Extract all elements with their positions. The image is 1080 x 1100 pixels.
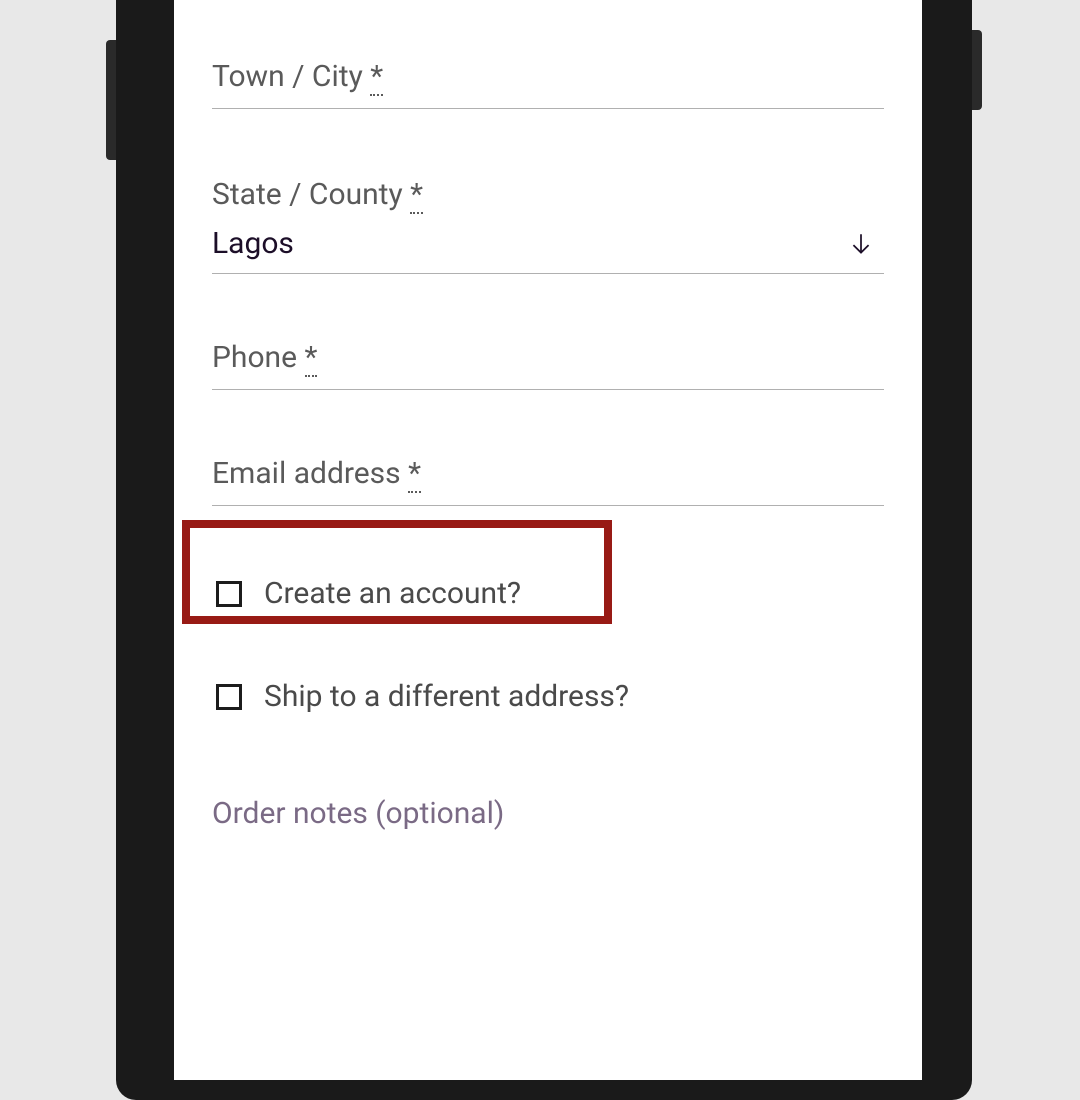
- divider: [212, 389, 884, 390]
- ship-different-checkbox[interactable]: [216, 684, 242, 710]
- email-field[interactable]: Email address *: [212, 448, 884, 506]
- create-account-label: Create an account?: [264, 576, 521, 611]
- phone-frame: Town / City * State / County * Lagos: [116, 0, 972, 1100]
- state-county-value: Lagos: [212, 226, 294, 261]
- town-city-label: Town / City *: [212, 51, 884, 94]
- form-screen: Town / City * State / County * Lagos: [174, 0, 922, 1080]
- email-label: Email address *: [212, 448, 884, 491]
- chevron-down-icon[interactable]: [848, 231, 874, 257]
- phone-label: Phone *: [212, 332, 884, 375]
- state-county-field[interactable]: State / County * Lagos: [212, 169, 884, 274]
- divider: [212, 505, 884, 506]
- ship-different-label: Ship to a different address?: [264, 679, 629, 714]
- town-city-field[interactable]: Town / City *: [212, 51, 884, 109]
- state-county-label: State / County *: [212, 169, 884, 212]
- order-notes-label[interactable]: Order notes (optional): [212, 796, 884, 831]
- divider: [212, 273, 884, 274]
- create-account-checkbox[interactable]: [216, 581, 242, 607]
- phone-field[interactable]: Phone *: [212, 332, 884, 390]
- create-account-row[interactable]: Create an account?: [212, 562, 884, 625]
- divider: [212, 108, 884, 109]
- ship-different-row[interactable]: Ship to a different address?: [212, 665, 884, 728]
